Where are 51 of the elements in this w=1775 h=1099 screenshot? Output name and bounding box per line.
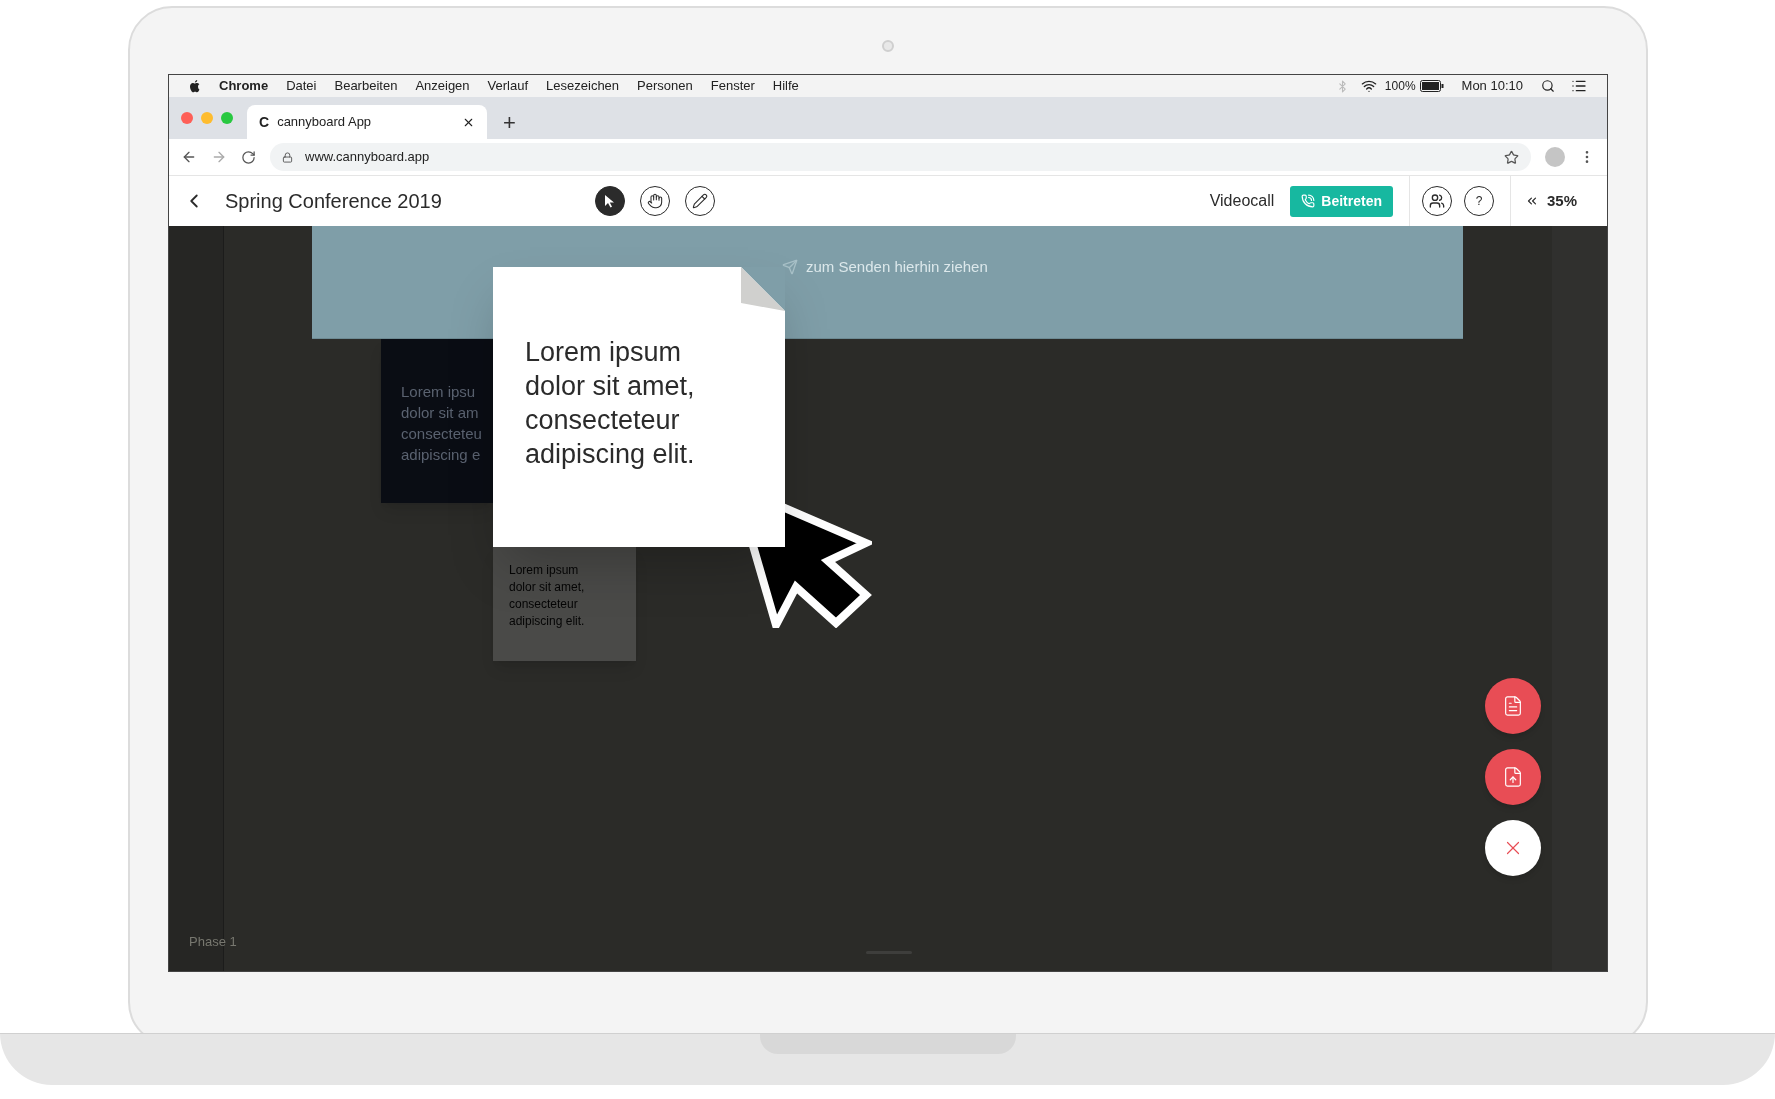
menu-app-name[interactable]: Chrome	[219, 76, 269, 96]
hand-icon	[647, 193, 663, 209]
new-tab-button[interactable]: +	[487, 105, 532, 139]
menu-item[interactable]: Lesezeichen	[546, 76, 620, 96]
pen-icon	[692, 193, 708, 209]
menu-clock: Mon 10:10	[1461, 77, 1523, 96]
browser-tab[interactable]: C cannyboard App	[247, 105, 487, 139]
pen-tool-button[interactable]	[685, 186, 715, 216]
reload-icon[interactable]	[241, 149, 256, 165]
lock-icon	[282, 151, 293, 163]
address-field[interactable]: www.cannyboard.app	[270, 143, 1531, 171]
add-note-button[interactable]	[1485, 678, 1541, 734]
pointer-icon	[604, 194, 616, 208]
menu-item[interactable]: Verlauf	[487, 76, 529, 96]
drop-zone-hint: zum Senden hierhin ziehen	[806, 257, 988, 277]
upload-icon	[1502, 766, 1524, 788]
menu-item[interactable]: Bearbeiten	[334, 76, 398, 96]
menu-item[interactable]: Datei	[286, 76, 317, 96]
document-icon	[1502, 695, 1524, 717]
paper-plane-icon	[782, 259, 798, 276]
menu-item[interactable]: Anzeigen	[415, 76, 470, 96]
list-icon[interactable]	[1571, 78, 1587, 94]
hand-tool-button[interactable]	[640, 186, 670, 216]
tab-title: cannyboard App	[277, 113, 373, 132]
pointer-tool-button[interactable]	[595, 186, 625, 216]
phone-icon	[1301, 194, 1316, 208]
zoom-level: 35%	[1546, 190, 1577, 211]
menu-item[interactable]: Fenster	[710, 76, 755, 96]
phase-label: Phase 1	[189, 932, 237, 951]
board-title: Spring Conference 2019	[225, 189, 443, 214]
menu-item[interactable]: Hilfe	[772, 76, 799, 96]
note-text: Lorem ipsu dolor sit am consecteteu adipiscing e	[401, 382, 483, 465]
people-icon	[1428, 193, 1445, 209]
bookmark-star-icon[interactable]	[1504, 149, 1519, 165]
battery-percentage: 100%	[1384, 78, 1416, 95]
wifi-icon	[1360, 78, 1377, 94]
apple-icon	[189, 79, 201, 93]
close-button[interactable]	[1485, 820, 1541, 876]
note-text: Lorem ipsum dolor sit amet, consecteteur adipiscing elit.	[509, 562, 586, 630]
search-icon[interactable]	[1541, 79, 1555, 93]
battery-icon	[1419, 80, 1444, 92]
note-text: Lorem ipsum dolor sit amet, consecteteur adipiscing elit.	[525, 336, 695, 471]
folded-corner-icon	[741, 267, 785, 311]
camera-icon	[882, 40, 894, 52]
videocall-label: Videocall	[1209, 191, 1275, 211]
back-icon[interactable]	[181, 149, 197, 165]
url-text: www.cannyboard.app	[305, 148, 431, 167]
upload-button[interactable]	[1485, 749, 1541, 805]
dragged-sticky-note[interactable]: Lorem ipsum dolor sit amet, consecteteur adipiscing elit.	[493, 267, 785, 547]
tab-favicon: C	[259, 112, 270, 132]
menu-item[interactable]: Personen	[637, 76, 693, 96]
